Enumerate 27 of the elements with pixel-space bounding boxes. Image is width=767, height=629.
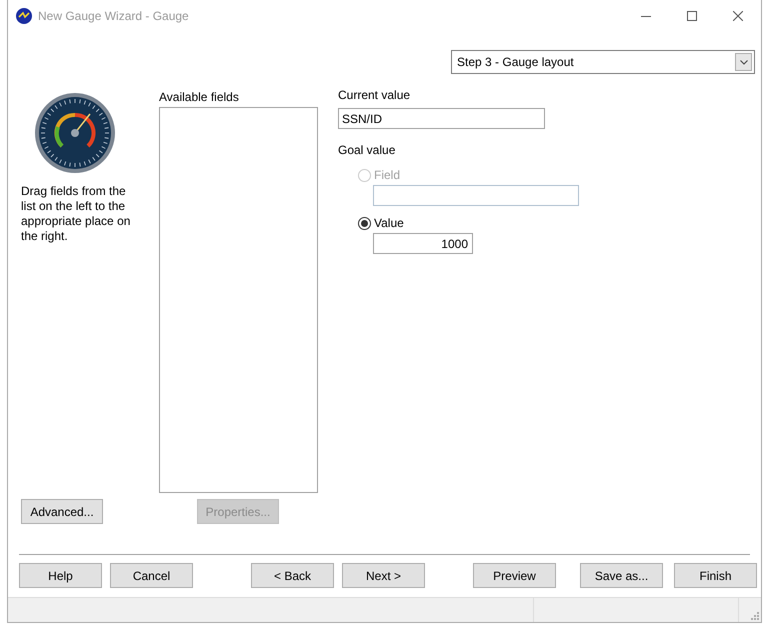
window-title: New Gauge Wizard - Gauge	[38, 8, 189, 25]
dialog-button[interactable]: Next >	[342, 563, 425, 588]
goal-value-field[interactable]	[373, 185, 579, 206]
close-icon	[733, 11, 743, 21]
dialog-button[interactable]: Preview	[473, 563, 556, 588]
available-fields-label: Available fields	[159, 90, 240, 105]
current-value-label: Current value	[338, 88, 412, 103]
dialog-button[interactable]: Help	[19, 563, 102, 588]
gauge-icon	[34, 92, 116, 174]
instructions-text: Drag fields from the list on the left to the appropriate place on the right.	[21, 184, 132, 244]
goal-value-field[interactable]: 1000	[373, 233, 473, 254]
dialog-button[interactable]: Save as...	[580, 563, 663, 588]
dialog-button[interactable]: Cancel	[110, 563, 193, 588]
available-fields-list[interactable]	[159, 107, 318, 493]
radio-label: Value	[374, 216, 404, 231]
maximize-icon	[687, 11, 697, 21]
dialog-button[interactable]: < Back	[251, 563, 334, 588]
step-dropdown[interactable]: Step 3 - Gauge layout	[451, 50, 755, 74]
app-icon	[16, 8, 32, 24]
dialog-button[interactable]: Finish	[674, 563, 757, 588]
radio-label: Field	[374, 168, 400, 183]
current-value-field[interactable]: SSN/ID	[338, 108, 545, 129]
dialog-button[interactable]: Advanced...	[21, 499, 103, 524]
resize-grip-icon	[751, 612, 759, 620]
radio-button[interactable]	[358, 217, 371, 230]
chevron-down-icon	[740, 60, 748, 64]
goal-value-label: Goal value	[338, 143, 396, 158]
